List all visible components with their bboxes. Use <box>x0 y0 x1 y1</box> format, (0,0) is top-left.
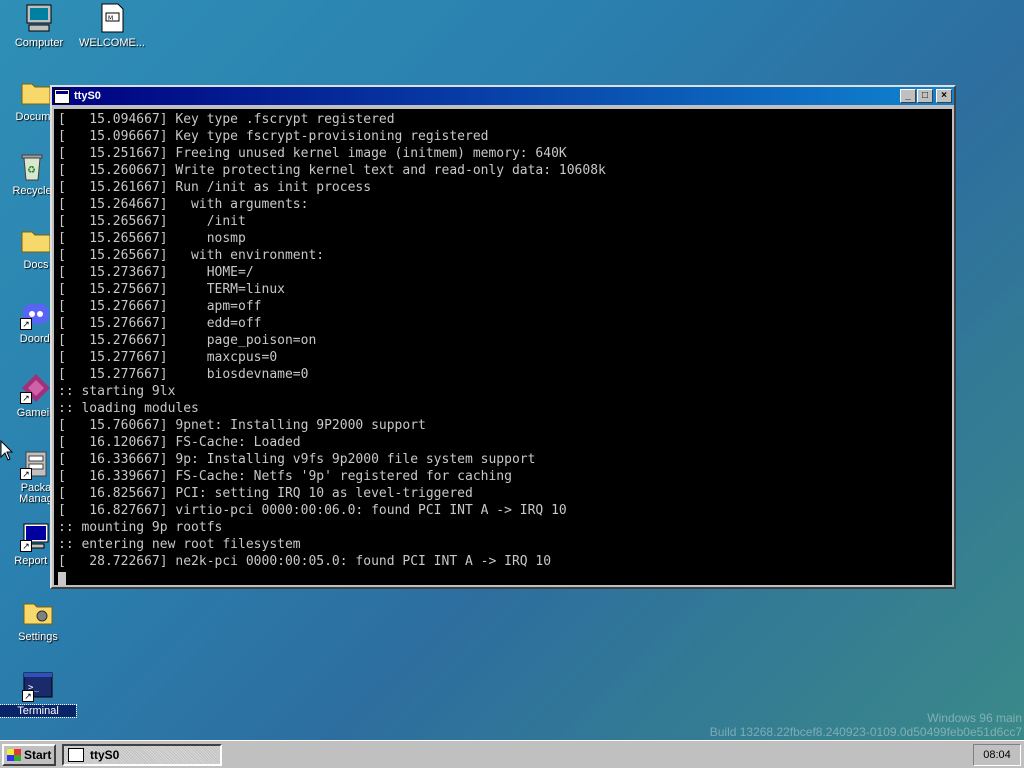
terminal-line: [ 15.760667] 9pnet: Installing 9P2000 su… <box>58 418 426 433</box>
window-app-icon <box>54 88 70 104</box>
desktop-icon-label: Settings <box>18 631 58 643</box>
terminal-line: :: starting 9lx <box>58 384 176 399</box>
svg-text:♻: ♻ <box>27 165 36 176</box>
report-icon <box>20 520 52 552</box>
terminal-line: [ 16.339667] FS-Cache: Netfs '9p' regist… <box>58 469 512 484</box>
terminal-line: [ 15.265667] /init <box>58 214 246 229</box>
desktop-icon-label: WELCOME... <box>78 37 145 49</box>
recycle-bin-icon: ♻ <box>16 150 48 182</box>
maximize-button[interactable]: □ <box>917 89 933 103</box>
os-version-watermark: Windows 96 main <box>927 711 1022 725</box>
terminal-cursor-line <box>58 570 948 585</box>
terminal-output[interactable]: [ 15.094667] Key type .fscrypt registere… <box>54 109 952 585</box>
settings-icon <box>22 596 54 628</box>
window-title: ttyS0 <box>74 90 101 102</box>
terminal-line: [ 15.276667] page_poison=on <box>58 333 317 348</box>
svg-text:>_: >_ <box>28 683 39 693</box>
terminal-line: [ 28.722667] ne2k-pci 0000:00:05.0: foun… <box>58 554 552 569</box>
desktop-icon-computer[interactable]: Computer <box>1 2 77 49</box>
terminal-line: [ 15.273667] HOME=/ <box>58 265 254 280</box>
mouse-pointer-icon <box>0 439 14 467</box>
terminal-line: [ 15.261667] Run /init as init process <box>58 180 372 195</box>
terminal-line: [ 15.264667] with arguments: <box>58 197 309 212</box>
desktop-icon-settings[interactable]: Settings <box>0 596 76 643</box>
taskbar-item-ttys0[interactable]: ttyS0 <box>62 743 222 766</box>
terminal-line: [ 15.277667] maxcpus=0 <box>58 350 278 365</box>
terminal-line: [ 16.120667] FS-Cache: Loaded <box>58 435 301 450</box>
terminal-line: [ 16.827667] virtio-pci 0000:00:06.0: fo… <box>58 503 567 518</box>
folder-icon <box>20 224 52 256</box>
folder-icon <box>20 76 52 108</box>
windows-logo-icon <box>7 748 21 761</box>
terminal-icon <box>68 747 84 762</box>
window-titlebar[interactable]: ttyS0 _ □ × <box>52 87 954 105</box>
taskbar: Start ttyS0 08:04 <box>0 740 1024 768</box>
computer-icon <box>23 2 55 34</box>
desktop-icon-label: Terminal <box>0 704 77 718</box>
terminal-line: :: entering new root filesystem <box>58 537 301 552</box>
document-icon: M <box>96 2 128 34</box>
minimize-button[interactable]: _ <box>900 89 916 103</box>
terminal-line: [ 15.276667] apm=off <box>58 299 262 314</box>
start-button[interactable]: Start <box>2 743 56 766</box>
terminal-line: [ 15.275667] TERM=linux <box>58 282 285 297</box>
taskbar-item-label: ttyS0 <box>90 747 120 762</box>
terminal-line: [ 15.277667] biosdevname=0 <box>58 367 309 382</box>
terminal-line: [ 15.276667] edd=off <box>58 316 262 331</box>
terminal-line: [ 16.825667] PCI: setting IRQ 10 as leve… <box>58 486 473 501</box>
system-tray-clock[interactable]: 08:04 <box>973 744 1021 766</box>
terminal-line: [ 16.336667] 9p: Installing v9fs 9p2000 … <box>58 452 536 467</box>
close-button[interactable]: × <box>936 89 952 103</box>
start-label: Start <box>24 747 52 762</box>
desktop-icon-label: Computer <box>14 37 64 49</box>
terminal-line: :: mounting 9p rootfs <box>58 520 223 535</box>
terminal-line: [ 15.265667] with environment: <box>58 248 325 263</box>
svg-text:M: M <box>108 15 113 22</box>
package-manager-icon <box>20 448 52 480</box>
terminal-line: [ 15.251667] Freeing unused kernel image… <box>58 146 567 161</box>
terminal-line: [ 15.260667] Write protecting kernel tex… <box>58 163 606 178</box>
terminal-line: [ 15.096667] Key type fscrypt-provisioni… <box>58 129 489 144</box>
text-cursor <box>58 571 66 585</box>
discord-icon <box>20 298 52 330</box>
desktop-icon-welcome[interactable]: M WELCOME... <box>74 2 150 49</box>
os-build-watermark: Build 13268.22fbcef8.240923-0109.0d50499… <box>709 725 1022 739</box>
terminal-window[interactable]: ttyS0 _ □ × [ 15.094667] Key type .fscry… <box>50 85 956 589</box>
terminal-line: :: loading modules <box>58 401 199 416</box>
terminal-line: [ 15.094667] Key type .fscrypt registere… <box>58 112 395 127</box>
terminal-line: [ 15.265667] nosmp <box>58 231 246 246</box>
game-icon <box>20 372 52 404</box>
desktop-icon-terminal[interactable]: >_ Terminal <box>0 670 77 718</box>
terminal-icon: >_ <box>22 670 54 702</box>
